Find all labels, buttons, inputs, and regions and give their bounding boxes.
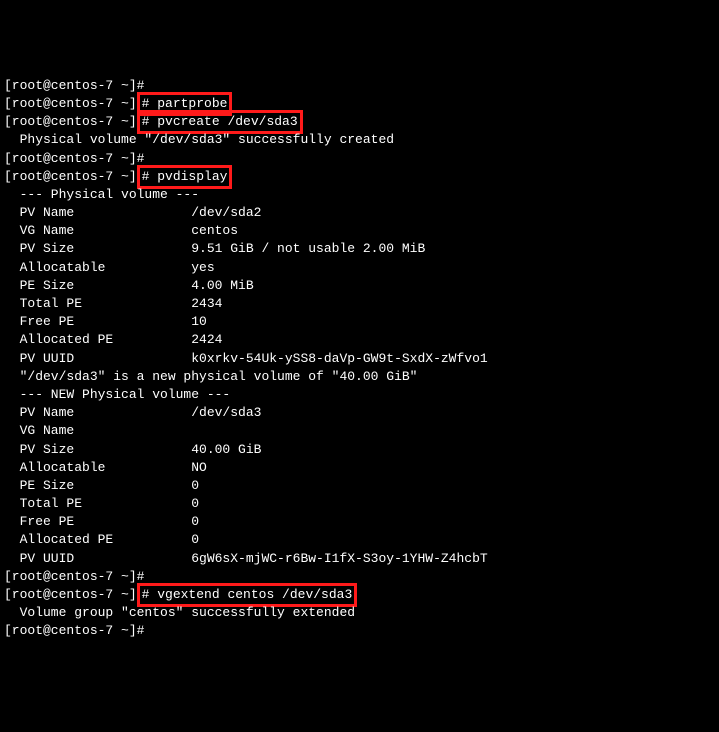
- prompt: [root@centos-7 ~]: [4, 587, 137, 602]
- allocatable-row: Allocatable NO: [4, 459, 715, 477]
- terminal-output: --- NEW Physical volume ---: [4, 386, 715, 404]
- total-pe-row: Total PE 0: [4, 495, 715, 513]
- terminal-line: [root@centos-7 ~] # pvdisplay: [4, 168, 715, 186]
- terminal-line: [root@centos-7 ~]#: [4, 568, 715, 586]
- cmd-pvdisplay: # pvdisplay: [142, 169, 228, 184]
- allocated-pe-row: Allocated PE 2424: [4, 331, 715, 349]
- terminal-line: [root@centos-7 ~] # vgextend centos /dev/…: [4, 586, 715, 604]
- allocatable-row: Allocatable yes: [4, 259, 715, 277]
- pv-uuid-row: PV UUID k0xrkv-54Uk-ySS8-daVp-GW9t-SxdX-…: [4, 350, 715, 368]
- total-pe-row: Total PE 2434: [4, 295, 715, 313]
- pe-size-row: PE Size 0: [4, 477, 715, 495]
- pv-uuid-row: PV UUID 6gW6sX-mjWC-r6Bw-I1fX-S3oy-1YHW-…: [4, 550, 715, 568]
- cmd-pvcreate: # pvcreate /dev/sda3: [142, 114, 298, 129]
- free-pe-row: Free PE 0: [4, 513, 715, 531]
- terminal-output: "/dev/sda3" is a new physical volume of …: [4, 368, 715, 386]
- vg-name-row: VG Name centos: [4, 222, 715, 240]
- pv-name-row: PV Name /dev/sda2: [4, 204, 715, 222]
- vg-name-row: VG Name: [4, 422, 715, 440]
- terminal-output: Volume group "centos" successfully exten…: [4, 604, 715, 622]
- prompt: [root@centos-7 ~]: [4, 169, 137, 184]
- cmd-partprobe: # partprobe: [142, 96, 228, 111]
- terminal-line: [root@centos-7 ~] # pvcreate /dev/sda3: [4, 113, 715, 131]
- terminal-output: Physical volume "/dev/sda3" successfully…: [4, 131, 715, 149]
- terminal-output: --- Physical volume ---: [4, 186, 715, 204]
- terminal-line: [root@centos-7 ~] # partprobe: [4, 95, 715, 113]
- pv-size-row: PV Size 9.51 GiB / not usable 2.00 MiB: [4, 240, 715, 258]
- prompt: [root@centos-7 ~]: [4, 114, 137, 129]
- prompt: [root@centos-7 ~]: [4, 96, 137, 111]
- pe-size-row: PE Size 4.00 MiB: [4, 277, 715, 295]
- free-pe-row: Free PE 10: [4, 313, 715, 331]
- terminal-line: [root@centos-7 ~]#: [4, 77, 715, 95]
- allocated-pe-row: Allocated PE 0: [4, 531, 715, 549]
- terminal-line: [root@centos-7 ~]#: [4, 622, 715, 640]
- terminal-line: [root@centos-7 ~]#: [4, 150, 715, 168]
- pv-size-row: PV Size 40.00 GiB: [4, 441, 715, 459]
- cmd-vgextend: # vgextend centos /dev/sda3: [142, 587, 353, 602]
- pv-name-row: PV Name /dev/sda3: [4, 404, 715, 422]
